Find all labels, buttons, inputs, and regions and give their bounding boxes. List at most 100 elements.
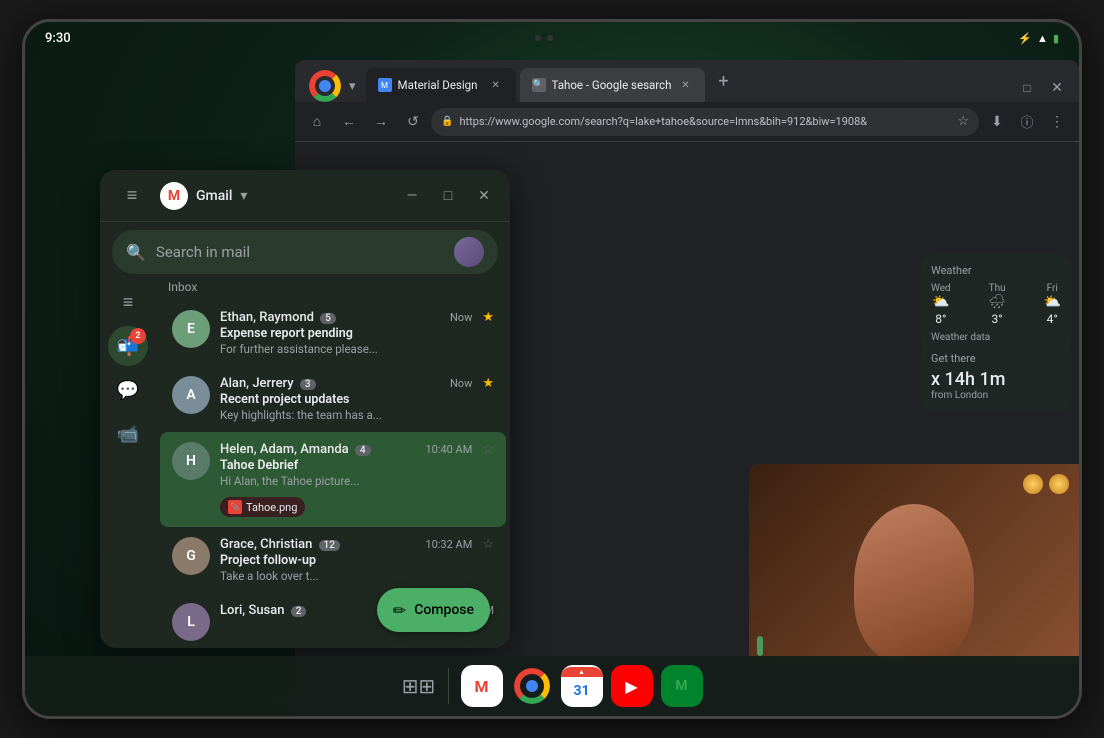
gmail-maximize-btn[interactable]: □ [434, 182, 462, 210]
weather-temp-fri: 4° [1044, 312, 1061, 326]
chrome-toolbar: ⌂ ← → ↺ 🔒 https://www.google.com/search?… [295, 102, 1079, 142]
email-item-2[interactable]: A Alan, Jerrery 3 Now Recent project upd… [160, 366, 506, 432]
email-item-1[interactable]: E Ethan, Raymond 5 Now Expense report pe… [160, 300, 506, 366]
new-tab-button[interactable]: + [709, 67, 737, 95]
chrome-download-btn[interactable]: ⬇ [983, 108, 1011, 136]
email-star-3[interactable]: ☆ [482, 442, 494, 457]
camera-notch [535, 35, 553, 41]
gmail-title: Gmail [196, 188, 232, 204]
sidebar-meet-icon[interactable]: 📹 [108, 414, 148, 454]
tab2-title: Tahoe - Google sesarch [552, 78, 672, 92]
status-time: 9:30 [45, 31, 71, 46]
taskbar-divider [448, 668, 449, 704]
sidebar-chat-icon[interactable]: 💬 [108, 370, 148, 410]
email-content-3: Helen, Adam, Amanda 4 10:40 AM Tahoe Deb… [220, 442, 472, 517]
email-sender-3: Helen, Adam, Amanda 4 [220, 442, 371, 457]
gmail-menu-btn[interactable]: ≡ [112, 176, 152, 216]
get-there-time: x 14h 1m [931, 369, 1061, 390]
chrome-menu-btn[interactable]: ⋮ [1043, 108, 1071, 136]
sidebar-inbox-icon[interactable]: 📬 2 [108, 326, 148, 366]
bookmark-icon[interactable]: ☆ [957, 114, 969, 129]
email-preview-2: Key highlights: the team has a... [220, 408, 472, 422]
email-star-2[interactable]: ★ [482, 376, 494, 391]
chrome-tab-bar: ▾ M Material Design ✕ 🔍 Tahoe - Google s… [295, 60, 1079, 102]
weather-day-fri: Fri ⛅ 4° [1044, 283, 1061, 326]
search-icon: 🔍 [126, 243, 146, 262]
email-content-4: Grace, Christian 12 10:32 AM Project fol… [220, 537, 472, 583]
email-sender-5: Lori, Susan 2 [220, 603, 306, 618]
hamburger-icon: ≡ [127, 185, 138, 206]
video-person-face [854, 504, 974, 664]
chrome-forward-btn[interactable]: → [367, 108, 395, 136]
email-preview-1: For further assistance please... [220, 342, 472, 356]
chrome-window-close[interactable]: ✕ [1043, 74, 1071, 102]
chrome-back-btn[interactable]: ← [335, 108, 363, 136]
chrome-info-btn[interactable]: ⓘ [1013, 108, 1041, 136]
email-star-1[interactable]: ★ [482, 310, 494, 325]
video-indicator [757, 636, 763, 656]
taskbar-app-chrome[interactable] [511, 665, 553, 707]
sidebar-menu-icon[interactable]: ≡ [108, 282, 148, 322]
chrome-logo [309, 70, 341, 102]
email-sender-2: Alan, Jerrery 3 [220, 376, 316, 391]
chrome-reload-btn[interactable]: ↺ [399, 108, 427, 136]
email-item-4[interactable]: G Grace, Christian 12 10:32 AM Project f… [160, 527, 506, 593]
email-attachment-3: 📎 Tahoe.png [220, 494, 472, 517]
get-there-widget: Get there x 14h 1m from London [921, 342, 1071, 411]
chrome-dropdown[interactable]: ▾ [349, 79, 356, 94]
chrome-addressbar[interactable]: 🔒 https://www.google.com/search?q=lake+t… [431, 108, 979, 136]
grid-icon: ⊞⊞ [402, 674, 436, 698]
weather-day-name-fri: Fri [1044, 283, 1061, 294]
gmail-minimize-btn[interactable]: — [398, 182, 426, 210]
email-sender-row-1: Ethan, Raymond 5 Now [220, 310, 472, 325]
taskbar-grid-btn[interactable]: ⊞⊞ [398, 665, 440, 707]
gmail-close-btn[interactable]: ✕ [470, 182, 498, 210]
weather-day-thu: Thu 🌧 3° [988, 283, 1006, 326]
weather-widget: Weather Wed ⛅ 8° Thu 🌧 3° Fri ⛅ 4° [921, 254, 1071, 353]
inbox-label: Inbox [156, 274, 510, 300]
light-bulb-2 [1049, 474, 1069, 494]
get-there-title: Get there [931, 352, 1061, 365]
user-avatar[interactable] [454, 237, 484, 267]
email-time-2: Now [450, 377, 472, 390]
gmail-header-right: — □ ✕ [398, 182, 498, 210]
compose-button[interactable]: ✏ Compose [377, 588, 490, 632]
attachment-chip[interactable]: 📎 Tahoe.png [220, 497, 305, 517]
chrome-tab-2[interactable]: 🔍 Tahoe - Google sesarch ✕ [520, 68, 706, 102]
tab1-close[interactable]: ✕ [488, 77, 504, 93]
taskbar-app-gmail[interactable]: M [461, 665, 503, 707]
search-placeholder: Search in mail [156, 243, 444, 261]
email-sender-row-3: Helen, Adam, Amanda 4 10:40 AM [220, 442, 472, 457]
email-subject-3: Tahoe Debrief [220, 458, 472, 473]
chrome-window-restore[interactable]: □ [1013, 74, 1041, 102]
email-subject-4: Project follow-up [220, 553, 472, 568]
battery-icon: ▮ [1053, 32, 1059, 45]
gmail-sidebar: ≡ 📬 2 💬 📹 [100, 274, 156, 648]
taskbar-app-meet[interactable]: M [661, 665, 703, 707]
email-time-3: 10:40 AM [425, 443, 472, 456]
tablet-screen: 9:30 ⚡ ▲ ▮ ▾ [25, 22, 1079, 716]
inbox-badge: 2 [130, 328, 146, 344]
url-text: https://www.google.com/search?q=lake+tah… [459, 115, 951, 128]
taskbar-app-youtube[interactable]: ▶ [611, 665, 653, 707]
camera-dot-1 [535, 35, 541, 41]
email-star-4[interactable]: ☆ [482, 537, 494, 552]
chrome-home-btn[interactable]: ⌂ [303, 108, 331, 136]
gmail-dropdown-icon[interactable]: ▾ [240, 188, 247, 204]
email-item-3[interactable]: H Helen, Adam, Amanda 4 10:40 AM Tahoe D… [160, 432, 506, 527]
taskbar-app-calendar[interactable]: ▲ 31 [561, 665, 603, 707]
gmail-searchbar[interactable]: 🔍 Search in mail [112, 230, 498, 274]
compose-icon: ✏ [393, 601, 406, 620]
tab2-favicon: 🔍 [532, 78, 546, 92]
tab1-favicon: M [378, 78, 392, 92]
tab2-close[interactable]: ✕ [677, 77, 693, 93]
tab1-title: Material Design [398, 78, 482, 92]
email-time-1: Now [450, 311, 472, 324]
wifi-icon: ▲ [1037, 32, 1048, 45]
chrome-tab-1[interactable]: M Material Design ✕ [366, 68, 516, 102]
email-sender-4: Grace, Christian 12 [220, 537, 340, 552]
status-icons: ⚡ ▲ ▮ [1018, 32, 1059, 45]
video-icon: 📹 [117, 424, 139, 445]
weather-temp-wed: 8° [931, 312, 951, 326]
camera-dot-2 [547, 35, 553, 41]
